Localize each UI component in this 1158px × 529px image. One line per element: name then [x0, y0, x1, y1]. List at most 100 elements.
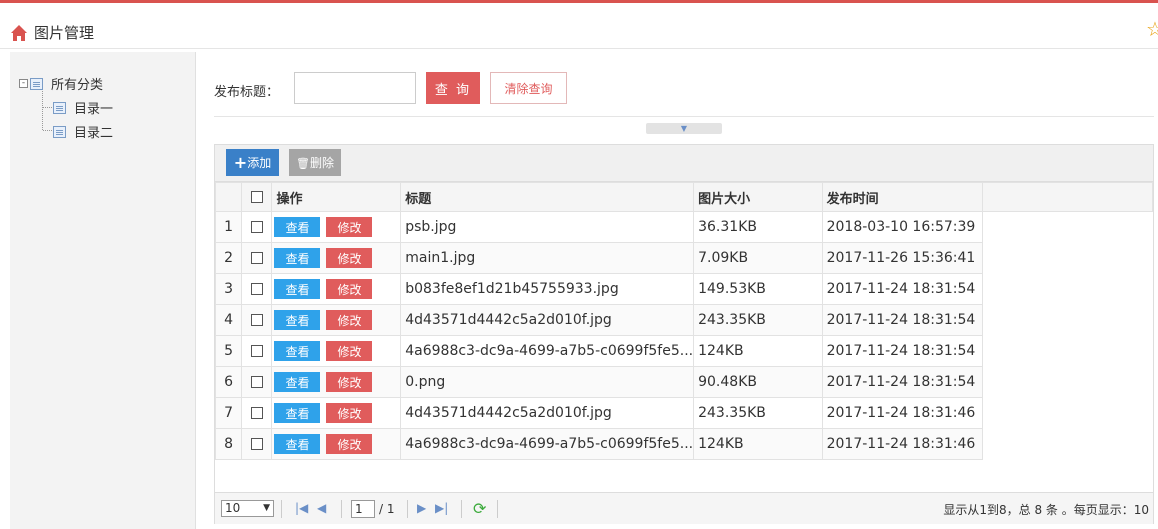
add-button[interactable]: +添加	[226, 149, 279, 176]
table-row[interactable]: 6 查看 修改 0.png 90.48KB 2017-11-24 18:31:54	[214, 366, 1153, 398]
cell-time: 2017-11-24 18:31:54	[821, 304, 984, 336]
last-page-icon[interactable]: ▶|	[435, 501, 448, 515]
tree-item-label: 目录一	[74, 102, 114, 117]
cell-title: main1.jpg	[400, 242, 695, 274]
tree-item-all[interactable]: - 所有分类	[19, 74, 103, 93]
next-page-icon[interactable]: ▶	[417, 501, 426, 515]
row-actions: 查看 修改	[271, 242, 402, 274]
tree-item-dir2[interactable]: 目录二	[53, 122, 113, 141]
cell-title: psb.jpg	[400, 211, 695, 243]
first-page-icon[interactable]: |◀	[295, 501, 308, 515]
delete-label: 删除	[309, 156, 334, 170]
edit-button[interactable]: 修改	[326, 310, 373, 330]
row-actions: 查看 修改	[271, 273, 402, 305]
table-row[interactable]: 4 查看 修改 4d43571d4442c5a2d010f.jpg 243.35KB 20…	[214, 304, 1153, 336]
tree-collapse-toggle[interactable]: -	[19, 79, 28, 88]
view-button[interactable]: 查看	[274, 403, 321, 423]
view-button[interactable]: 查看	[274, 372, 321, 392]
row-actions: 查看 修改	[271, 304, 402, 336]
column-header-title[interactable]: 标题	[400, 182, 695, 212]
total-pages: / 1	[379, 502, 395, 516]
cell-size: 124KB	[693, 335, 823, 367]
pagination-info: 显示从1到8，总 8 条 。每页显示：10	[943, 503, 1149, 517]
view-button[interactable]: 查看	[274, 310, 321, 330]
tree-connector	[43, 107, 52, 108]
view-button[interactable]: 查看	[274, 434, 321, 454]
cell-filler	[982, 211, 1153, 243]
cell-filler	[982, 335, 1153, 367]
refresh-icon[interactable]: ⟳	[473, 499, 486, 518]
prev-page-icon[interactable]: ◀	[317, 501, 326, 515]
row-actions: 查看 修改	[271, 366, 402, 398]
separator	[407, 500, 408, 518]
view-button[interactable]: 查看	[274, 341, 321, 361]
row-number: 5	[214, 335, 243, 367]
grid-toolbar: +添加 🗑删除	[215, 145, 1153, 182]
image-grid: +添加 🗑删除 操作 标题 图片大小 发布时间 1 查看 修改 psb.jpg 36.3…	[214, 144, 1154, 524]
cell-size: 243.35KB	[693, 397, 823, 429]
cell-title: 4a6988c3-dc9a-4699-a7b5-c0699f5fe5...	[400, 428, 695, 460]
cell-title: 0.png	[400, 366, 695, 398]
image-table: 操作 标题 图片大小 发布时间 1 查看 修改 psb.jpg 36.31KB 2018-…	[214, 182, 1153, 460]
table-row[interactable]: 1 查看 修改 psb.jpg 36.31KB 2018-03-10 16:57:39	[214, 211, 1153, 243]
cell-size: 124KB	[693, 428, 823, 460]
row-checkbox[interactable]	[250, 407, 263, 419]
current-page-input[interactable]: 1	[351, 500, 375, 518]
row-number: 8	[214, 428, 243, 460]
edit-button[interactable]: 修改	[326, 403, 373, 423]
row-checkbox-cell	[241, 273, 273, 305]
tree-item-label: 目录二	[74, 126, 114, 141]
row-checkbox[interactable]	[250, 252, 263, 264]
clear-query-button[interactable]: 清除查询	[490, 72, 567, 104]
collapse-toggle-bar[interactable]: ▼	[646, 123, 722, 134]
table-header-row: 操作 标题 图片大小 发布时间	[214, 182, 1153, 212]
view-button[interactable]: 查看	[274, 248, 321, 268]
table-row[interactable]: 5 查看 修改 4a6988c3-dc9a-4699-a7b5-c0699f5fe5.…	[214, 335, 1153, 367]
table-row[interactable]: 8 查看 修改 4a6988c3-dc9a-4699-a7b5-c0699f5fe5.…	[214, 428, 1153, 460]
column-header-time[interactable]: 发布时间	[821, 182, 984, 212]
table-row[interactable]: 2 查看 修改 main1.jpg 7.09KB 2017-11-26 15:36:41	[214, 242, 1153, 274]
separator	[461, 500, 462, 518]
tree-item-dir1[interactable]: 目录一	[53, 98, 113, 117]
edit-button[interactable]: 修改	[326, 372, 373, 392]
column-header-size[interactable]: 图片大小	[693, 182, 823, 212]
cell-time: 2017-11-24 18:31:54	[821, 335, 984, 367]
column-header-actions[interactable]: 操作	[271, 182, 402, 212]
star-icon[interactable]: ☆	[1146, 17, 1158, 41]
select-all-checkbox[interactable]	[250, 191, 263, 203]
table-row[interactable]: 7 查看 修改 4d43571d4442c5a2d010f.jpg 243.35KB 20…	[214, 397, 1153, 429]
separator	[341, 500, 342, 518]
query-button[interactable]: 查 询	[426, 72, 480, 104]
page-size-select[interactable]: 10 ▼	[221, 500, 274, 517]
table-row[interactable]: 3 查看 修改 b083fe8ef1d21b45755933.jpg 149.53KB 2…	[214, 273, 1153, 305]
row-number: 4	[214, 304, 243, 336]
edit-button[interactable]: 修改	[326, 248, 373, 268]
cell-filler	[982, 242, 1153, 274]
cell-size: 243.35KB	[693, 304, 823, 336]
row-checkbox-cell	[241, 366, 273, 398]
category-tree-panel: - 所有分类 目录一 目录二	[10, 52, 196, 529]
row-checkbox-cell	[241, 397, 273, 429]
view-button[interactable]: 查看	[274, 217, 321, 237]
cell-time: 2017-11-24 18:31:46	[821, 397, 984, 429]
cell-time: 2017-11-24 18:31:54	[821, 273, 984, 305]
row-checkbox-cell	[241, 242, 273, 274]
view-button[interactable]: 查看	[274, 279, 321, 299]
cell-filler	[982, 397, 1153, 429]
delete-button[interactable]: 🗑删除	[289, 149, 341, 176]
edit-button[interactable]: 修改	[326, 341, 373, 361]
select-all-cell	[241, 182, 273, 212]
row-checkbox[interactable]	[250, 345, 263, 357]
edit-button[interactable]: 修改	[326, 279, 373, 299]
search-title-input[interactable]	[294, 72, 416, 104]
divider	[214, 116, 1154, 117]
cell-time: 2018-03-10 16:57:39	[821, 211, 984, 243]
row-checkbox[interactable]	[250, 314, 263, 326]
edit-button[interactable]: 修改	[326, 434, 373, 454]
row-checkbox[interactable]	[250, 376, 263, 388]
row-checkbox[interactable]	[250, 221, 263, 233]
row-checkbox[interactable]	[250, 438, 263, 450]
tree-connector	[43, 130, 52, 131]
edit-button[interactable]: 修改	[326, 217, 373, 237]
row-checkbox[interactable]	[250, 283, 263, 295]
